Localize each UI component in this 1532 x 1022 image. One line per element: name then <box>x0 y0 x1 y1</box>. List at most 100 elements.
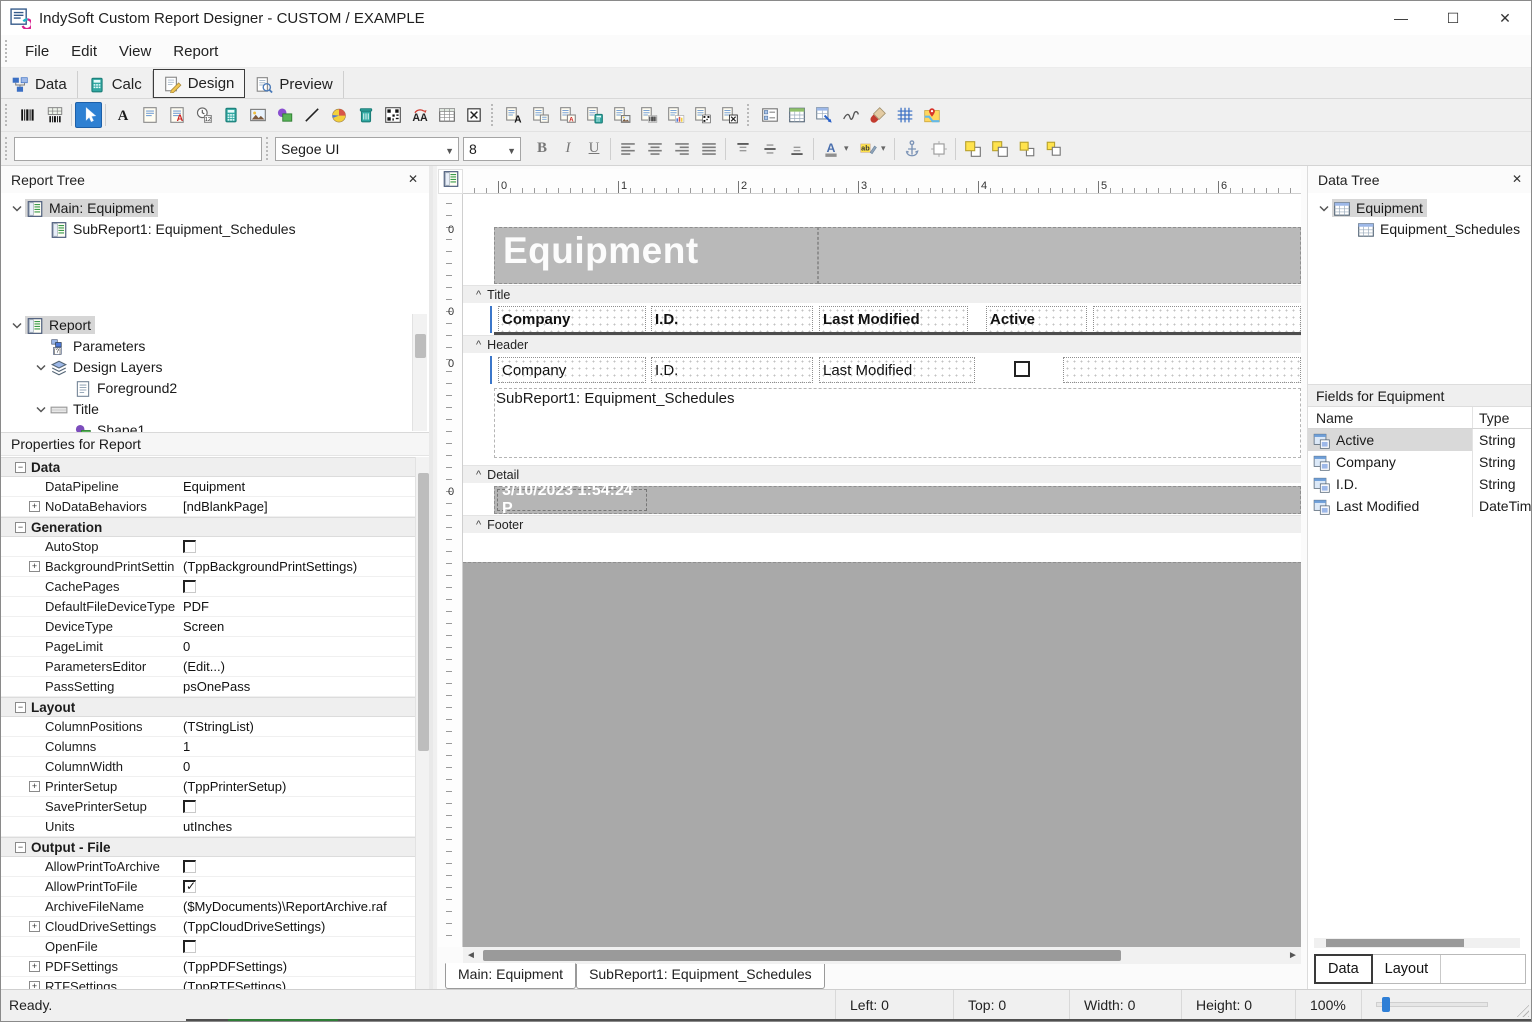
tool-qr-code[interactable] <box>379 102 406 128</box>
header-cell-empty[interactable] <box>1093 306 1301 333</box>
zoom-slider-track[interactable] <box>1376 1002 1488 1007</box>
tool-rotated-text[interactable]: AA <box>406 102 433 128</box>
field-row-i-d-[interactable]: I.D.String <box>1308 473 1532 495</box>
property-value[interactable]: Equipment <box>183 479 415 494</box>
tree-item-subreport1-equipment-schedules[interactable]: SubReport1: Equipment_Schedules <box>1 218 429 239</box>
expand-icon[interactable]: + <box>29 561 40 572</box>
object-selector-combo[interactable] <box>14 137 262 161</box>
toolbar-grip[interactable] <box>5 137 10 160</box>
tab-calc[interactable]: Calc <box>78 71 153 98</box>
detail-checkbox-active[interactable] <box>1014 361 1030 377</box>
tool-calculator[interactable] <box>217 102 244 128</box>
toolbar-grip[interactable] <box>491 104 496 126</box>
property-checkbox[interactable] <box>183 800 196 813</box>
property-row-allowprinttofile[interactable]: +AllowPrintToFile <box>1 877 415 897</box>
tab-subreport1[interactable]: SubReport1: Equipment_Schedules <box>576 964 825 989</box>
property-value[interactable]: 0 <box>183 639 415 654</box>
tool-checkbox-x[interactable] <box>460 102 487 128</box>
tool-region[interactable] <box>756 102 783 128</box>
tool-db-qrcode[interactable] <box>689 102 716 128</box>
property-value[interactable]: (TStringList) <box>183 719 415 734</box>
properties-scrollbar[interactable] <box>415 457 430 989</box>
property-row-parameterseditor[interactable]: +ParametersEditor(Edit...) <box>1 657 415 677</box>
property-checkbox[interactable] <box>183 880 196 893</box>
property-row-columns[interactable]: +Columns1 <box>1 737 415 757</box>
property-row-clouddrivesettings[interactable]: +CloudDriveSettings(TppCloudDriveSetting… <box>1 917 415 937</box>
tool-align-center[interactable] <box>641 136 668 162</box>
menu-file[interactable]: File <box>14 39 60 64</box>
tool-align-left[interactable] <box>614 136 641 162</box>
tree-item-foreground2[interactable]: Foreground2 <box>1 377 411 398</box>
tree-item-title[interactable]: Title <box>1 398 411 419</box>
tool-move-backward[interactable] <box>1040 136 1067 162</box>
property-checkbox[interactable] <box>183 540 196 553</box>
property-row-autostop[interactable]: +AutoStop <box>1 537 415 557</box>
property-value[interactable]: 1 <box>183 739 415 754</box>
property-value[interactable]: psOnePass <box>183 679 415 694</box>
tool-db-text[interactable]: A <box>500 102 527 128</box>
expand-icon[interactable]: + <box>29 781 40 792</box>
tab-main-equipment[interactable]: Main: Equipment <box>445 963 576 989</box>
collapse-icon[interactable]: − <box>15 702 26 713</box>
footer-datetime[interactable]: 3/10/2023 1:54:24 P <box>497 489 647 511</box>
italic-button[interactable]: I <box>555 137 581 161</box>
scrollbar-thumb[interactable] <box>1326 939 1464 947</box>
tool-db-image[interactable] <box>608 102 635 128</box>
property-value[interactable]: (TppBackgroundPrintSettings) <box>183 559 415 574</box>
menu-view[interactable]: View <box>108 39 162 64</box>
tool-image[interactable] <box>244 102 271 128</box>
tool-align-right[interactable] <box>668 136 695 162</box>
title-shape-right[interactable] <box>818 227 1301 284</box>
field-row-last-modified[interactable]: Last ModifiedDateTim <box>1308 495 1532 517</box>
property-value[interactable]: (TppCloudDriveSettings) <box>183 919 415 934</box>
zoom-slider-thumb[interactable] <box>1382 997 1390 1012</box>
tab-preview[interactable]: Preview <box>245 71 343 98</box>
property-section-generation[interactable]: −Generation <box>1 517 415 537</box>
tree-item-report[interactable]: Report <box>1 314 411 335</box>
tool-signature[interactable] <box>837 102 864 128</box>
collapse-icon[interactable]: ^ <box>476 289 481 301</box>
footer-bar[interactable]: 3/10/2023 1:54:24 P <box>494 486 1301 514</box>
chevron-down-icon[interactable]: ▾ <box>844 137 854 161</box>
header-cell-company[interactable]: Company <box>498 306 646 333</box>
property-row-saveprintersetup[interactable]: +SavePrinterSetup <box>1 797 415 817</box>
field-name[interactable]: Active <box>1308 429 1472 451</box>
property-row-backgroundprintsettin[interactable]: +BackgroundPrintSettin(TppBackgroundPrin… <box>1 557 415 577</box>
tree-item-main-equipment[interactable]: Main: Equipment <box>1 197 429 218</box>
tool-db-calculator[interactable] <box>581 102 608 128</box>
property-checkbox[interactable] <box>183 860 196 873</box>
header-cell-active[interactable]: Active <box>986 306 1087 333</box>
toolbar-grip[interactable] <box>266 137 271 160</box>
tab-layout[interactable]: Layout <box>1373 955 1442 983</box>
column-type[interactable]: Type <box>1472 407 1532 428</box>
tool-font-color[interactable]: A <box>817 136 844 162</box>
header-cell-last-modified[interactable]: Last Modified <box>819 306 968 333</box>
band-separator-footer[interactable]: ^ Footer <box>463 515 1301 533</box>
tool-move-forward[interactable] <box>1013 136 1040 162</box>
toolbar-grip[interactable] <box>5 104 10 126</box>
underline-button[interactable]: U <box>581 137 607 161</box>
expand-icon[interactable]: + <box>29 961 40 972</box>
tool-highlight[interactable]: ab <box>854 136 881 162</box>
minimize-button[interactable]: — <box>1375 1 1427 35</box>
tool-align-justify[interactable] <box>695 136 722 162</box>
scrollbar-thumb[interactable] <box>418 473 429 751</box>
property-value[interactable]: 0 <box>183 759 415 774</box>
property-value[interactable]: Screen <box>183 619 415 634</box>
close-icon[interactable]: ✕ <box>405 171 421 187</box>
property-row-columnwidth[interactable]: +ColumnWidth0 <box>1 757 415 777</box>
menu-edit[interactable]: Edit <box>60 39 108 64</box>
subreport-label[interactable]: SubReport1: Equipment_Schedules <box>496 390 735 407</box>
property-value[interactable]: (Edit...) <box>183 659 415 674</box>
collapse-icon[interactable]: ^ <box>476 469 481 481</box>
tool-shape[interactable] <box>271 102 298 128</box>
chevron-down-icon[interactable] <box>33 359 49 375</box>
toolbar-grip[interactable] <box>5 40 10 62</box>
band-separator-header[interactable]: ^ Header <box>463 335 1301 353</box>
chevron-down-icon[interactable] <box>9 200 25 216</box>
zoom-slider[interactable] <box>1361 990 1531 1019</box>
tool-map[interactable] <box>918 102 945 128</box>
tool-barcode[interactable] <box>14 102 41 128</box>
expand-icon[interactable]: + <box>29 921 40 932</box>
property-row-openfile[interactable]: +OpenFile <box>1 937 415 957</box>
